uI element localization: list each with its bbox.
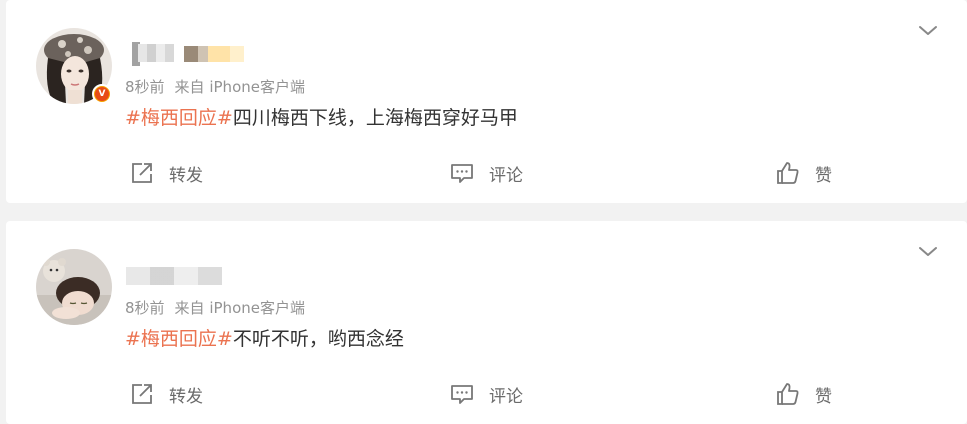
repost-button[interactable]: 转发: [129, 160, 203, 186]
post-card: V 8秒前 来自 iPhone客户端 #梅西回应#四川梅西下线，上海梅西穿好马甲 …: [6, 0, 967, 203]
source-prefix: 来自: [174, 78, 205, 96]
like-label: 赞: [815, 386, 832, 407]
repost-label: 转发: [169, 386, 203, 407]
like-button[interactable]: 赞: [775, 160, 832, 186]
comment-label: 评论: [489, 386, 523, 407]
thumbs-up-icon: [777, 162, 799, 184]
post-time[interactable]: 8秒前: [125, 78, 165, 96]
post-source: iPhone客户端: [209, 78, 305, 96]
comment-icon: [451, 164, 473, 183]
hashtag-link[interactable]: #梅西回应#: [125, 107, 233, 129]
share-icon: [132, 384, 152, 404]
repost-label: 转发: [169, 165, 203, 186]
hashtag-link[interactable]: #梅西回应#: [125, 328, 233, 350]
username-redacted[interactable]: [126, 36, 286, 66]
post-card: 8秒前 来自 iPhone客户端 #梅西回应#不听不听，哟西念经 转发 评论 赞: [6, 221, 967, 424]
comment-button[interactable]: 评论: [449, 381, 523, 407]
repost-button[interactable]: 转发: [129, 381, 203, 407]
post-text: 四川梅西下线，上海梅西穿好马甲: [232, 107, 518, 129]
comment-label: 评论: [489, 165, 523, 186]
like-label: 赞: [815, 165, 832, 186]
comment-button[interactable]: 评论: [449, 160, 523, 186]
like-button[interactable]: 赞: [775, 381, 832, 407]
comment-icon: [451, 385, 473, 404]
chevron-down-icon[interactable]: [917, 20, 939, 42]
post-content: #梅西回应#四川梅西下线，上海梅西穿好马甲: [125, 104, 518, 132]
avatar[interactable]: [36, 249, 112, 325]
post-content: #梅西回应#不听不听，哟西念经: [125, 325, 404, 353]
source-prefix: 来自: [174, 299, 205, 317]
post-text: 不听不听，哟西念经: [232, 328, 404, 350]
chevron-down-icon[interactable]: [917, 241, 939, 263]
post-meta: 8秒前 来自 iPhone客户端: [125, 297, 305, 318]
username-redacted[interactable]: [126, 257, 286, 287]
verified-badge-icon: V: [92, 84, 112, 104]
post-source: iPhone客户端: [209, 299, 305, 317]
post-meta: 8秒前 来自 iPhone客户端: [125, 76, 305, 97]
share-icon: [132, 163, 152, 183]
thumbs-up-icon: [777, 383, 799, 405]
post-time[interactable]: 8秒前: [125, 299, 165, 317]
